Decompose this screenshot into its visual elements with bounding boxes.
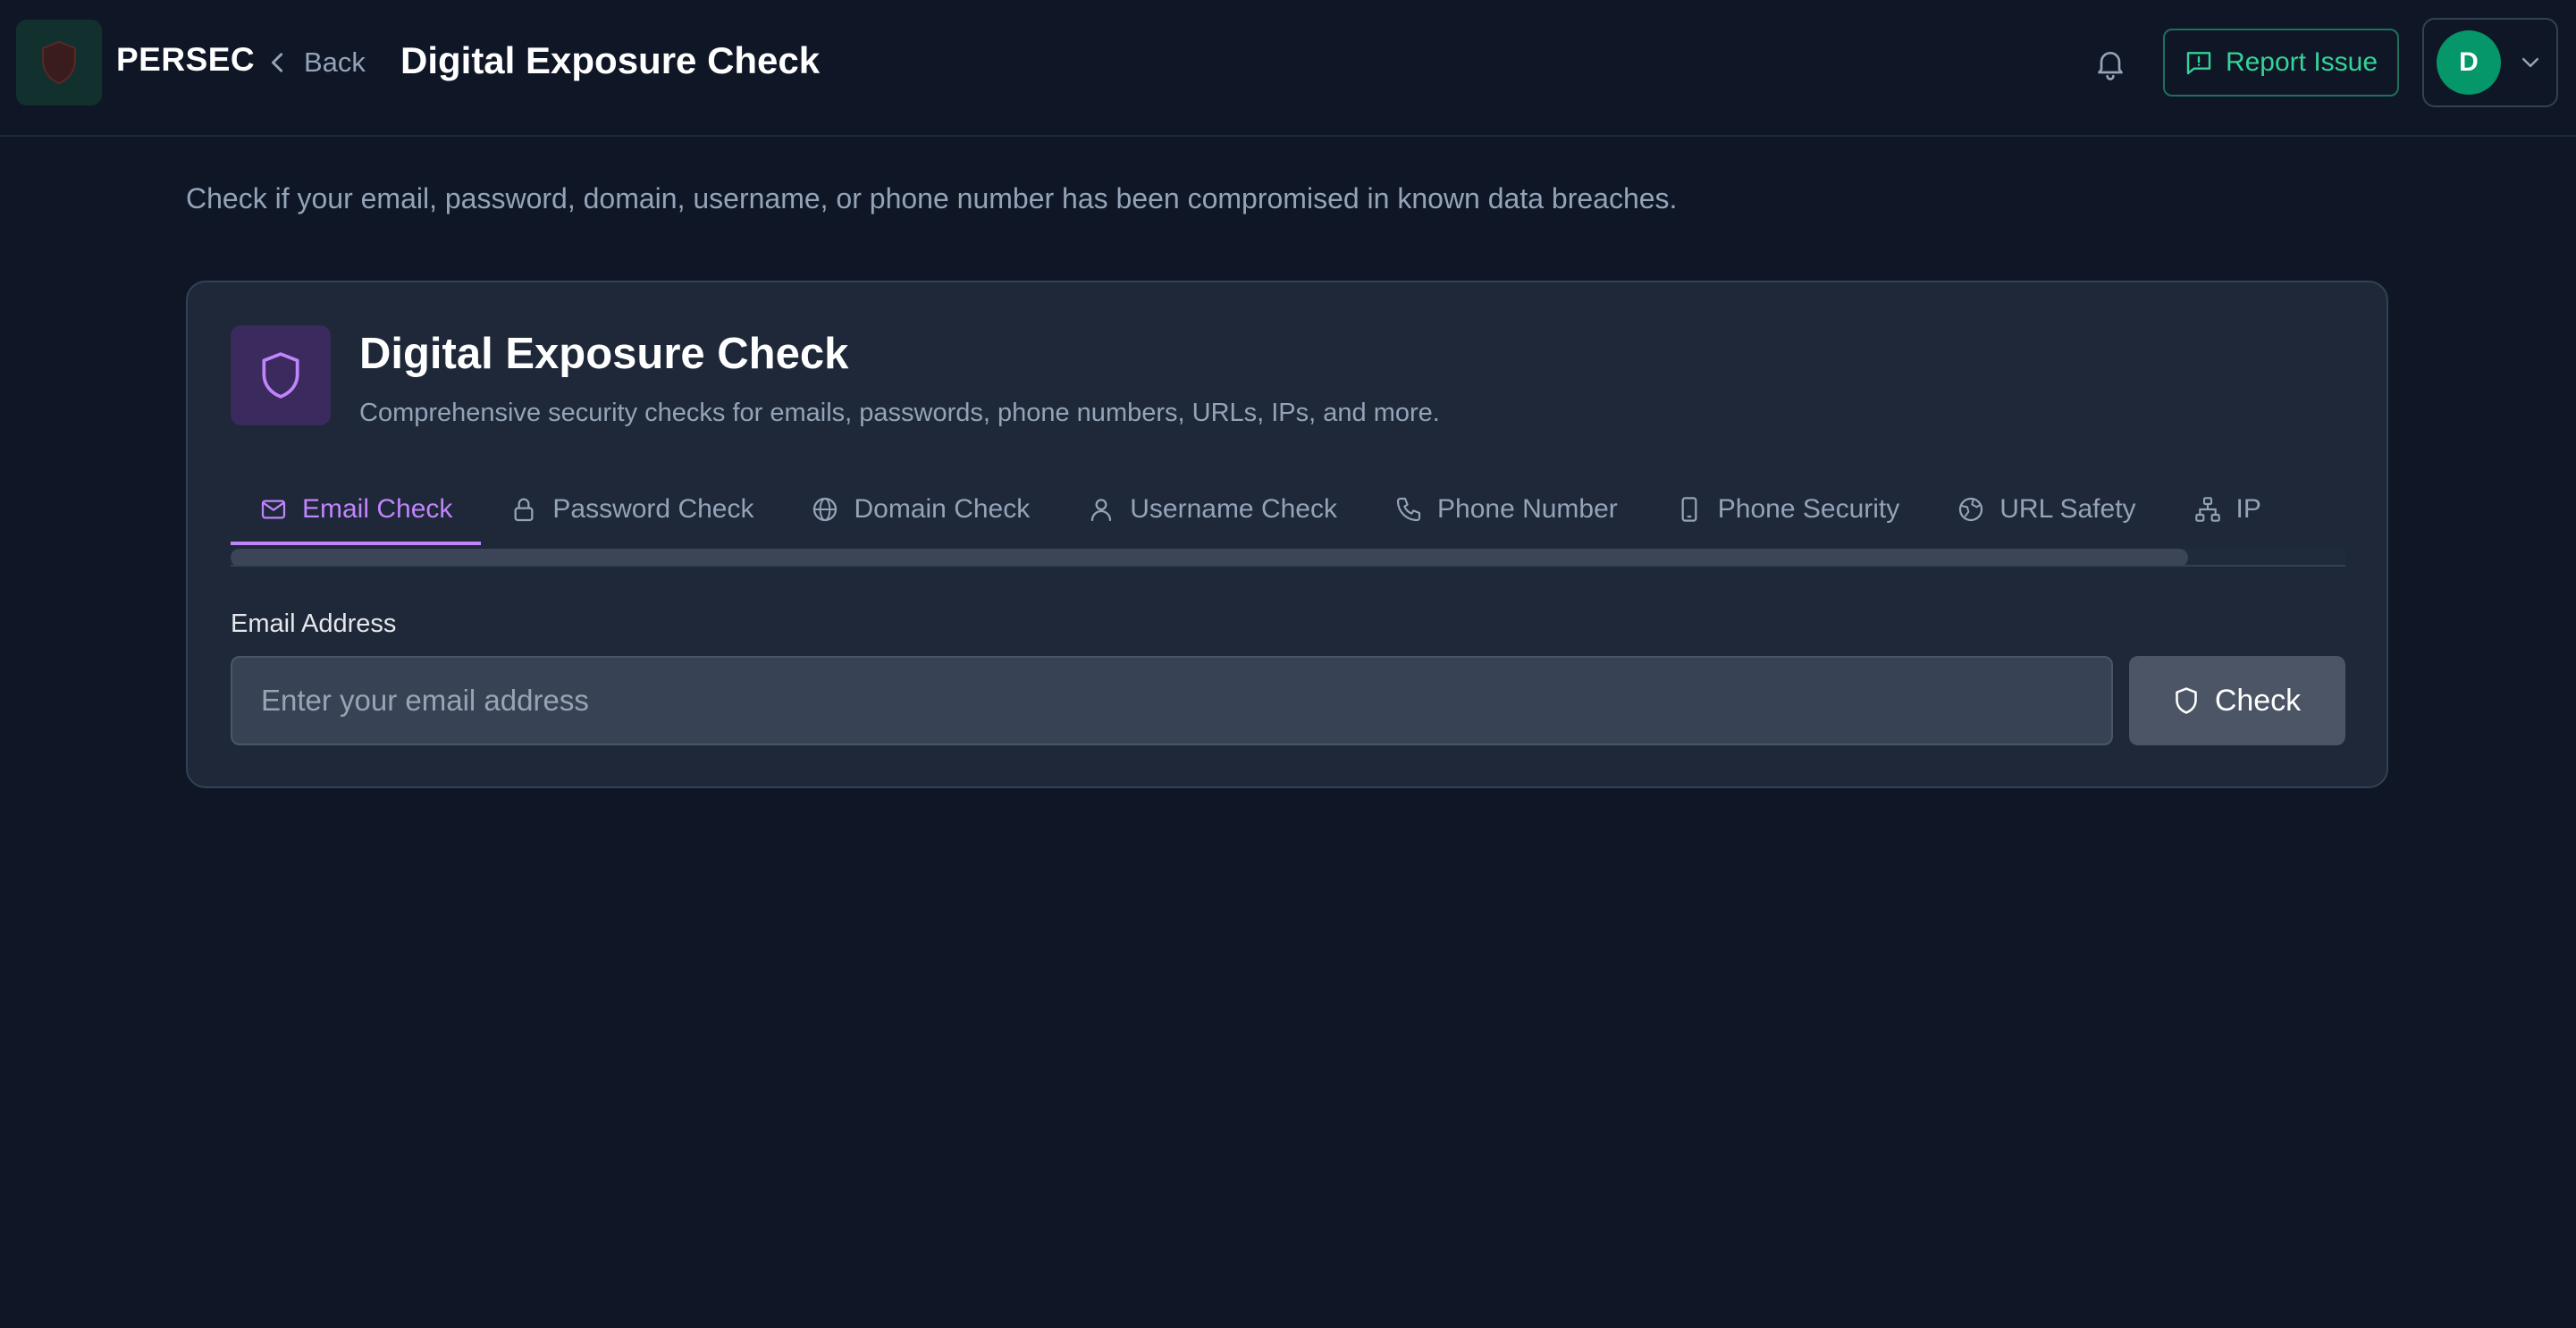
chevron-down-icon <box>2521 57 2539 68</box>
check-label: Check <box>2214 683 2302 718</box>
tab-bar: Email Check Password Check Domain Check <box>231 477 2345 567</box>
tab-label: Phone Number <box>1437 494 1618 524</box>
logo[interactable] <box>16 20 102 105</box>
report-issue-label: Report Issue <box>2225 47 2378 77</box>
bell-icon <box>2098 52 2123 80</box>
card-icon-box <box>231 325 331 425</box>
chevron-left-icon <box>272 53 283 72</box>
brand-name: PERSEC <box>116 41 256 78</box>
globe-icon <box>813 497 838 522</box>
check-button[interactable]: Check <box>2129 656 2345 745</box>
shield-icon <box>2176 687 2197 714</box>
user-menu-button[interactable]: D <box>2422 18 2558 107</box>
intro-text: Check if your email, password, domain, u… <box>186 182 1678 214</box>
tab-label: Domain Check <box>854 494 1031 524</box>
tab-url-safety[interactable]: URL Safety <box>1928 477 2164 545</box>
user-icon <box>1091 499 1112 522</box>
tab-username-check[interactable]: Username Check <box>1058 477 1366 545</box>
tab-label: Username Check <box>1130 494 1337 524</box>
exposure-check-card: Digital Exposure Check Comprehensive sec… <box>186 281 2388 788</box>
shield-logo-icon <box>42 40 76 85</box>
message-alert-icon <box>2186 52 2211 75</box>
network-icon <box>2194 497 2220 522</box>
tab-label: URL Safety <box>1999 494 2136 524</box>
back-button[interactable]: Back <box>268 43 366 82</box>
notifications-button[interactable] <box>2088 41 2133 86</box>
tab-label: IP <box>2235 494 2261 524</box>
tab-label: Email Check <box>302 494 453 524</box>
tab-email-check[interactable]: Email Check <box>231 477 482 545</box>
tab-scrollbar-thumb[interactable] <box>231 549 2188 565</box>
email-field-label: Email Address <box>231 609 397 638</box>
card-title: Digital Exposure Check <box>359 330 849 378</box>
card-subtitle: Comprehensive security checks for emails… <box>359 399 1440 427</box>
tab-phone-security[interactable]: Phone Security <box>1646 477 1928 545</box>
tab-label: Password Check <box>552 494 754 524</box>
tab-password-check[interactable]: Password Check <box>481 477 782 545</box>
back-label: Back <box>304 46 366 78</box>
tab-phone-number[interactable]: Phone Number <box>1366 477 1646 545</box>
globe-lock-icon <box>1959 497 1983 522</box>
page-title: Digital Exposure Check <box>400 39 821 81</box>
email-field[interactable] <box>231 656 2113 745</box>
lock-icon <box>514 498 534 522</box>
top-bar: PERSEC Back Digital Exposure Check Repor… <box>0 0 2576 137</box>
avatar: D <box>2437 30 2501 95</box>
report-issue-button[interactable]: Report Issue <box>2163 29 2399 97</box>
tab-domain-check[interactable]: Domain Check <box>782 477 1058 545</box>
tab-list: Email Check Password Check Domain Check <box>231 477 2290 545</box>
phone-icon <box>1396 497 1421 522</box>
shield-icon <box>262 352 299 399</box>
tab-label: Phone Security <box>1717 494 1900 524</box>
tab-ip[interactable]: IP <box>2165 477 2290 545</box>
mail-icon <box>261 500 286 519</box>
smartphone-icon <box>1681 497 1697 522</box>
